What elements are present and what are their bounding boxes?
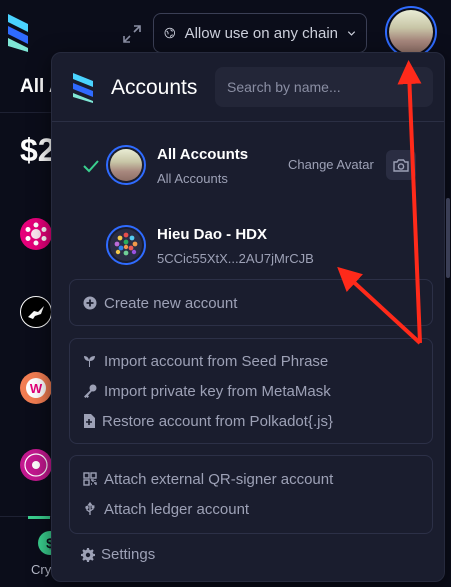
import-metamask-button[interactable]: Import private key from MetaMask <box>70 376 432 406</box>
usb-icon <box>85 502 95 515</box>
key-icon <box>84 384 97 398</box>
app-logo <box>73 72 93 104</box>
polkadex-token-icon <box>20 449 52 481</box>
attach-ledger-button[interactable]: Attach ledger account <box>70 494 432 524</box>
chain-selector-label: Allow use on any chain <box>184 24 338 42</box>
settings-label: Settings <box>101 546 156 563</box>
scrollbar[interactable] <box>446 198 450 278</box>
camera-icon <box>393 159 409 172</box>
import-seed-phrase-label: Import account from Seed Phrase <box>104 352 329 370</box>
settings-button[interactable]: Settings <box>81 546 155 563</box>
popup-title: Accounts <box>111 76 198 99</box>
kusama-token-icon <box>20 296 52 328</box>
checkmark-icon <box>83 160 99 173</box>
polkadot-token-icon <box>20 218 52 250</box>
change-avatar-button[interactable]: Change Avatar <box>288 157 374 172</box>
accounts-popup: Accounts All Accounts All Accounts Chang… <box>51 52 450 582</box>
app-logo <box>8 12 28 54</box>
expand-icon[interactable] <box>122 24 142 44</box>
search-input[interactable] <box>215 67 433 107</box>
attach-ledger-label: Attach ledger account <box>104 500 250 518</box>
account-subtitle: All Accounts <box>157 171 228 186</box>
attach-qr-signer-button[interactable]: Attach external QR-signer account <box>70 464 432 494</box>
qrcode-icon <box>83 472 97 486</box>
chevron-down-icon <box>347 31 356 36</box>
gear-icon <box>81 547 95 562</box>
globe-icon <box>164 27 176 39</box>
restore-polkadot-label: Restore account from Polkadot{.js} <box>102 412 333 430</box>
camera-button[interactable] <box>386 150 416 180</box>
account-row-hieu-dao[interactable]: Hieu Dao - HDX 5CCic55XtX...2AU7jMrCJB <box>52 215 444 277</box>
attach-qr-signer-label: Attach external QR-signer account <box>104 470 334 488</box>
svg-text:W: W <box>30 381 43 396</box>
import-actions-box: Import account from Seed Phrase Import p… <box>69 338 433 444</box>
active-tab-indicator <box>28 516 50 519</box>
restore-polkadot-button[interactable]: Restore account from Polkadot{.js} <box>70 406 432 436</box>
avatar <box>106 225 146 265</box>
account-address: 5CCic55XtX...2AU7jMrCJB <box>157 251 314 266</box>
account-avatar-button[interactable] <box>385 6 437 58</box>
avatar <box>106 145 146 185</box>
westend-token-icon: W <box>20 372 52 404</box>
seedling-icon <box>84 356 95 367</box>
create-new-account-button[interactable]: Create new account <box>70 288 432 318</box>
avatar <box>389 10 433 54</box>
account-row-all-accounts[interactable]: All Accounts All Accounts Change Avatar <box>52 135 444 197</box>
divider <box>52 121 444 122</box>
import-seed-phrase-button[interactable]: Import account from Seed Phrase <box>70 346 432 376</box>
file-import-icon <box>84 414 95 428</box>
import-metamask-label: Import private key from MetaMask <box>104 382 331 400</box>
popup-header: Accounts <box>52 53 444 121</box>
chain-selector[interactable]: Allow use on any chain <box>153 13 367 53</box>
account-name: All Accounts <box>157 146 249 163</box>
create-account-box: Create new account <box>69 279 433 326</box>
account-name: Hieu Dao - HDX <box>157 226 268 243</box>
crypto-tab-label[interactable]: Cry <box>31 562 51 577</box>
attach-actions-box: Attach external QR-signer account Attach… <box>69 455 433 534</box>
create-new-account-label: Create new account <box>104 294 238 312</box>
plus-circle-icon <box>83 296 97 310</box>
